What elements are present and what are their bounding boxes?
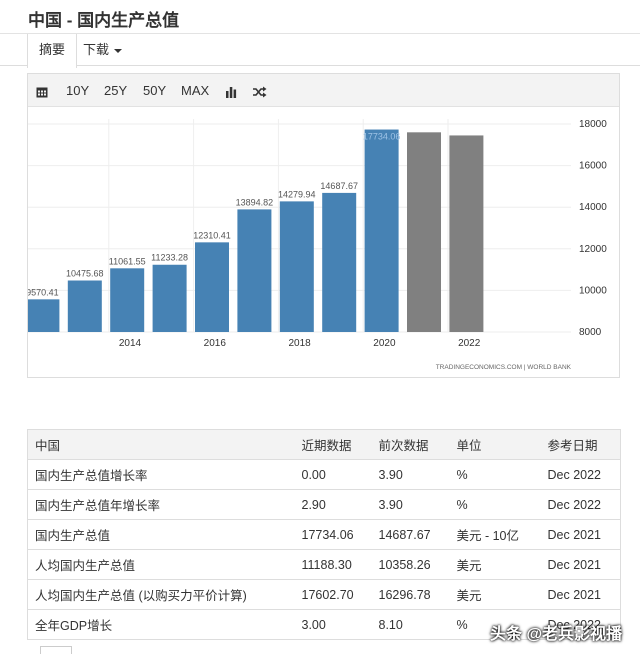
tab-summary[interactable]: 摘要 — [27, 34, 78, 68]
shuffle-icon[interactable] — [253, 74, 267, 107]
table-header-row: 中国 近期数据 前次数据 单位 参考日期 — [27, 429, 621, 460]
tab-download-label: 下载 — [83, 42, 110, 57]
range-10y-button[interactable]: 10Y — [66, 74, 89, 107]
range-max-button[interactable]: MAX — [181, 74, 209, 107]
row-previous: 16296.78 — [371, 579, 450, 610]
row-date: Dec 2021 — [540, 519, 621, 550]
row-latest: 11188.30 — [294, 549, 372, 580]
row-indicator[interactable]: 国内生产总值增长率 — [27, 459, 295, 490]
header-unit: 单位 — [449, 429, 541, 460]
x-tick-label: 2022 — [458, 338, 481, 349]
watermark: 头条 @老兵影视播 — [490, 626, 623, 643]
row-indicator[interactable]: 国内生产总值年增长率 — [27, 489, 295, 520]
data-bar[interactable] — [322, 192, 357, 332]
data-bar[interactable] — [67, 280, 102, 332]
data-label: 14279.94 — [278, 189, 316, 199]
row-date: Dec 2022 — [540, 459, 621, 490]
chevron-down-icon — [114, 48, 123, 53]
row-previous: 14687.67 — [371, 519, 450, 550]
y-tick-label: 18000 — [579, 119, 607, 130]
data-label: 14687.67 — [320, 181, 358, 191]
row-unit: 美元 - 10亿 — [449, 519, 541, 550]
chart-toolbar: 10Y 25Y 50Y MAX — [28, 74, 619, 107]
row-date: Dec 2022 — [540, 489, 621, 520]
data-bar[interactable] — [364, 129, 399, 332]
page-title: 中国 - 国内生产总值 — [28, 11, 180, 30]
table-row[interactable]: 国内生产总值年增长率 2.90 3.90% Dec 2022 — [27, 489, 621, 520]
x-tick-label: 2018 — [288, 338, 311, 349]
header-latest[interactable]: 近期数据 — [294, 429, 372, 460]
data-bar[interactable] — [110, 268, 145, 332]
row-latest: 0.00 — [294, 459, 372, 490]
header-country: 中国 — [27, 429, 295, 460]
row-latest: 2.90 — [294, 489, 372, 520]
row-indicator[interactable]: 全年GDP增长 — [27, 609, 295, 640]
row-indicator[interactable]: 人均国内生产总值 (以购买力平价计算) — [27, 579, 295, 610]
row-date: Dec 2021 — [540, 549, 621, 580]
header-previous[interactable]: 前次数据 — [371, 429, 450, 460]
data-bar[interactable] — [195, 242, 229, 332]
data-label: 13894.82 — [236, 197, 274, 207]
row-latest: 17734.06 — [294, 519, 372, 550]
data-label: 9570.41 — [28, 287, 59, 297]
y-tick-label: 8000 — [579, 327, 602, 338]
range-50y-button[interactable]: 50Y — [143, 74, 166, 107]
gdp-bar-chart: 9570.41 10475.68 11061.55 11233.28 12310.41 1… — [28, 119, 607, 371]
table-row[interactable]: 人均国内生产总值 11188.30 10358.26 美元 Dec 2021 — [27, 549, 621, 580]
calendar-icon[interactable] — [36, 74, 48, 107]
row-indicator[interactable]: 国内生产总值 — [27, 519, 295, 550]
indicator-table-wrap: 中国 近期数据 前次数据 单位 参考日期 国内生产总值增长率 0.00 3.90% D… — [27, 429, 621, 640]
bar-chart-icon[interactable] — [225, 74, 237, 107]
row-latest: 3.00 — [294, 609, 372, 640]
data-label: 11061.55 — [109, 256, 146, 266]
data-label: 11233.28 — [151, 253, 188, 263]
row-date: Dec 2021 — [540, 579, 621, 610]
y-tick-label: 12000 — [579, 244, 607, 255]
x-tick-label: 2020 — [373, 338, 396, 349]
x-tick-label: 2014 — [119, 338, 142, 349]
y-tick-label: 14000 — [579, 202, 607, 213]
row-previous: 3.90 — [371, 489, 450, 520]
forecast-bar[interactable] — [407, 132, 441, 332]
row-previous: 3.90 — [371, 459, 450, 490]
row-unit: % — [449, 489, 541, 520]
row-unit: 美元 — [449, 579, 541, 610]
y-tick-label: 16000 — [579, 161, 607, 172]
tabs-bar: 摘要 下载 — [0, 33, 640, 68]
data-label: 10475.68 — [66, 269, 104, 279]
data-label: 12310.41 — [193, 230, 231, 240]
row-previous: 10358.26 — [371, 549, 450, 580]
table-row[interactable]: 国内生产总值 17734.06 14687.67 美元 - 10亿 Dec 2021 — [27, 519, 621, 550]
data-bar[interactable] — [152, 264, 187, 332]
indicator-table: 中国 近期数据 前次数据 单位 参考日期 国内生产总值增长率 0.00 3.90% D… — [27, 429, 621, 640]
row-unit: % — [449, 459, 541, 490]
data-bar[interactable] — [279, 201, 314, 332]
range-25y-button[interactable]: 25Y — [104, 74, 127, 107]
forecast-bar[interactable] — [449, 135, 484, 332]
table-row[interactable]: 人均国内生产总值 (以购买力平价计算) 17602.70 16296.78 美元 Dec… — [27, 579, 621, 610]
pagination-button[interactable] — [40, 646, 72, 654]
row-indicator[interactable]: 人均国内生产总值 — [27, 549, 295, 580]
chart-panel: 10Y 25Y 50Y MAX 9570.41 10475.68 11061.55 1… — [27, 73, 620, 378]
data-label: 17734.06 — [363, 132, 401, 142]
y-tick-label: 10000 — [579, 285, 607, 296]
row-unit: 美元 — [449, 549, 541, 580]
tab-download[interactable]: 下载 — [72, 34, 133, 67]
row-latest: 17602.70 — [294, 579, 372, 610]
row-previous: 8.10 — [371, 609, 450, 640]
header-reference-date: 参考日期 — [540, 429, 621, 460]
data-bar[interactable] — [28, 299, 60, 332]
x-tick-label: 2016 — [204, 338, 227, 349]
table-row[interactable]: 国内生产总值增长率 0.00 3.90% Dec 2022 — [27, 459, 621, 490]
data-bar[interactable] — [237, 209, 272, 332]
chart-source: TRADINGECONOMICS.COM | WORLD BANK — [436, 364, 572, 371]
